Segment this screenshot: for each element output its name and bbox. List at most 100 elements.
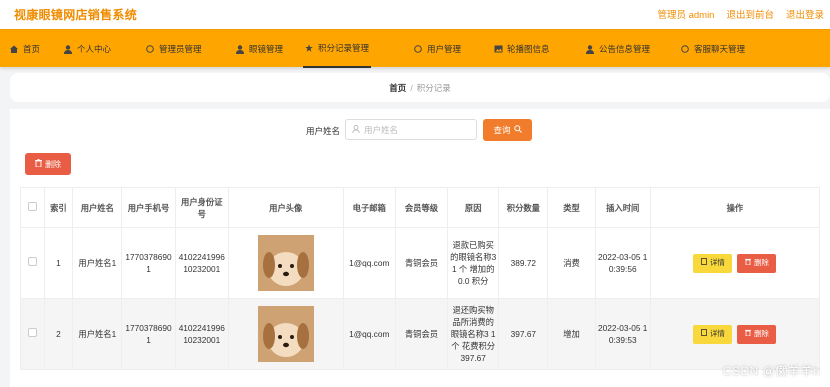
back-to-front-link[interactable]: 退出到前台 (726, 7, 774, 21)
nav-label: 眼镜管理 (249, 44, 284, 54)
nav-item-home[interactable]: 首页 (10, 30, 40, 68)
cell-name: 用户姓名1 (72, 298, 123, 370)
nav-label: 首页 (23, 44, 41, 54)
cell-reason: 退款已购买的眼镜名称3 1 个 增加的 0.0 积分 (447, 227, 500, 299)
cell-actions: 详情 删除 (649, 298, 821, 370)
nav-label: 积分记录管理 (318, 43, 370, 53)
nav-label: 用户管理 (427, 44, 462, 54)
image-icon (494, 45, 503, 53)
nav-item-glasses[interactable]: 眼镜管理 (236, 30, 283, 68)
nav-item-carousel[interactable]: 轮播图信息 (494, 30, 550, 68)
points-record-table: 索引 用户姓名 用户手机号 用户身份证号 用户头像 电子邮箱 会员等级 原因 积… (20, 187, 821, 370)
cell-email: 1@qq.com (342, 227, 396, 299)
admin-label: 管理员 admin (657, 10, 715, 21)
nav-label: 个人中心 (77, 44, 112, 54)
column-header: 插入时间 (594, 187, 651, 228)
batch-delete-button[interactable]: 删除 (25, 153, 71, 175)
cell-points: 389.72 (498, 227, 549, 299)
detail-button-label: 详情 (709, 329, 725, 338)
main-content: 用户姓名 查询 删除 索引 用户姓名 用户手机号 用户身份证号 用户头 (10, 109, 830, 387)
home-icon (10, 45, 18, 53)
cell-phone: 17703786901 (121, 227, 176, 299)
nav-item-profile[interactable]: 个人中心 (64, 30, 111, 68)
cell-id-card: 410224199610232001 (174, 298, 229, 370)
cell-index: 2 (43, 298, 74, 370)
cell-name: 用户姓名1 (72, 227, 123, 299)
nav-label: 轮播图信息 (507, 44, 550, 54)
breadcrumb-home[interactable]: 首页 (389, 83, 406, 93)
app-title: 视康眼镜网店销售系统 (14, 8, 138, 22)
user-icon (352, 124, 360, 135)
cell-avatar (227, 298, 344, 370)
query-button[interactable]: 查询 (483, 119, 532, 141)
users-icon (414, 45, 422, 53)
cell-actions: 详情 删除 (649, 227, 821, 299)
column-header: 操作 (649, 187, 821, 228)
search-input[interactable] (364, 124, 474, 135)
table-row: 2 用户姓名1 17703786901 410224199610232001 1… (20, 298, 821, 370)
delete-button-label: 删除 (753, 258, 769, 267)
column-header: 积分数量 (498, 187, 549, 228)
avatar (257, 306, 314, 362)
column-header: 用户手机号 (121, 187, 176, 228)
table-row: 1 用户姓名1 17703786901 410224199610232001 1… (20, 227, 821, 299)
delete-button[interactable]: 删除 (737, 253, 777, 273)
breadcrumb-card: 首页 / 积分记录 (10, 73, 830, 102)
breadcrumb: 首页 / 积分记录 (10, 82, 830, 94)
nav-label: 公告信息管理 (599, 44, 651, 54)
trash-icon (744, 328, 751, 340)
document-icon (701, 328, 707, 340)
search-label: 用户姓名 (306, 126, 341, 136)
nav-item-notices[interactable]: 公告信息管理 (586, 30, 650, 68)
row-checkbox-cell[interactable] (20, 298, 45, 370)
trash-icon (35, 159, 42, 169)
column-header: 会员等级 (394, 187, 449, 228)
logout-link[interactable]: 退出登录 (786, 7, 824, 21)
cell-avatar (227, 227, 344, 299)
row-checkbox-cell[interactable] (20, 227, 45, 299)
user-icon (586, 45, 594, 54)
user-icon (64, 45, 72, 54)
chat-icon (681, 45, 689, 53)
query-button-label: 查询 (493, 125, 511, 135)
admin-icon (146, 45, 154, 53)
cell-time: 2022-03-05 10:39:53 (594, 298, 651, 370)
detail-button[interactable]: 详情 (693, 253, 733, 273)
cell-points: 397.67 (498, 298, 549, 370)
nav-item-admin[interactable]: 管理员管理 (146, 30, 202, 68)
avatar (257, 235, 314, 291)
document-icon (701, 257, 707, 269)
top-right-links: 管理员 admin 退出到前台 退出登录 (657, 7, 824, 21)
column-header: 类型 (547, 187, 596, 228)
nav-item-users[interactable]: 用户管理 (414, 30, 461, 68)
cell-time: 2022-03-05 10:39:56 (594, 227, 651, 299)
cell-id-card: 410224199610232001 (174, 227, 229, 299)
cell-level: 青铜会员 (394, 298, 449, 370)
search-field[interactable] (345, 119, 477, 140)
row-checkbox[interactable] (27, 328, 37, 337)
nav-item-chat[interactable]: 客服聊天管理 (681, 30, 745, 68)
detail-button-label: 详情 (709, 258, 725, 267)
select-all-checkbox[interactable] (27, 201, 37, 211)
column-header: 电子邮箱 (342, 187, 396, 228)
watermark: CSDN @懒羊羊h (722, 364, 820, 378)
cell-reason: 退还购买物品所消费的眼镜名称3 1 个 花费积分 397.67 (447, 298, 500, 370)
row-checkbox[interactable] (27, 257, 37, 266)
select-all-checkbox-cell[interactable] (20, 187, 45, 228)
cell-type: 增加 (547, 298, 596, 370)
delete-button[interactable]: 删除 (737, 324, 777, 344)
cell-type: 消费 (547, 227, 596, 299)
cell-level: 青铜会员 (394, 227, 449, 299)
search-icon (513, 125, 522, 135)
batch-delete-label: 删除 (45, 159, 61, 169)
detail-button[interactable]: 详情 (693, 324, 733, 344)
delete-button-label: 删除 (753, 329, 769, 338)
column-header: 用户身份证号 (174, 187, 229, 228)
column-header: 原因 (447, 187, 500, 228)
breadcrumb-current: 积分记录 (416, 83, 451, 93)
column-header: 用户姓名 (72, 187, 123, 228)
main-nav: 首页 个人中心 管理员管理 眼镜管理 积分记录管理 用户管理 轮播图信息 公告信… (0, 29, 830, 68)
column-header: 索引 (43, 187, 74, 228)
user-icon (236, 45, 244, 54)
nav-item-points[interactable]: 积分记录管理 (303, 30, 372, 68)
